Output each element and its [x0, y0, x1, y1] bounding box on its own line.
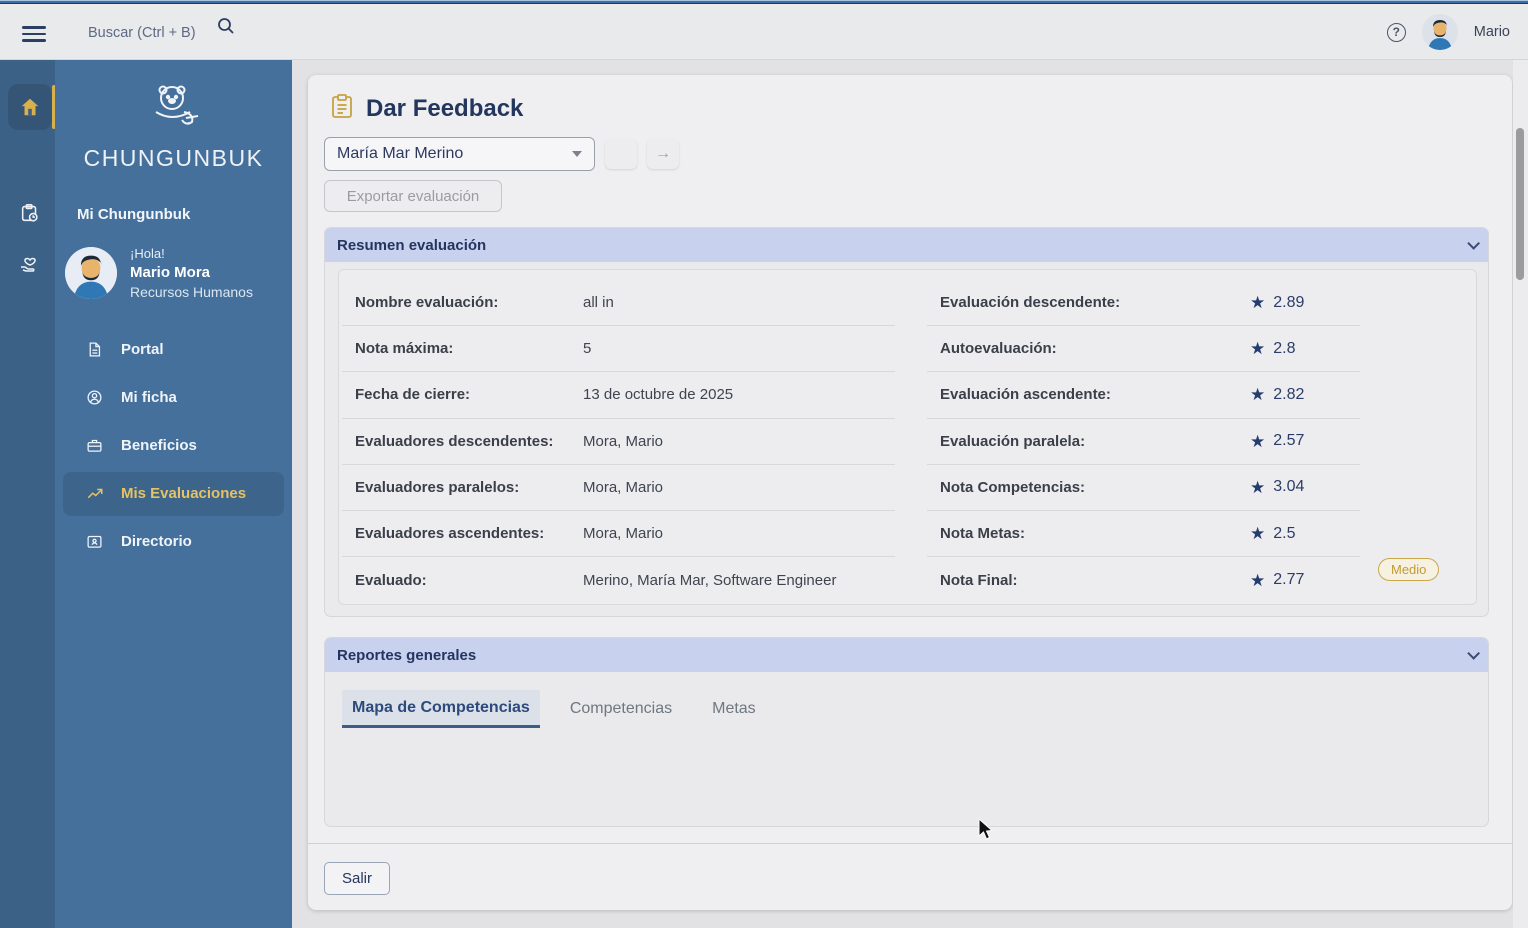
sidebar-item-beneficios[interactable]: Beneficios — [63, 424, 284, 468]
profile-name: Mario Mora — [130, 263, 211, 281]
tab-metas[interactable]: Metas — [702, 691, 766, 728]
topbar: Buscar (Ctrl + B) ? Mario — [0, 4, 1528, 60]
table-row: Evaluadores descendentes: Mora, Mario — [342, 419, 895, 465]
sidebar-item-label: Directorio — [121, 533, 192, 551]
reports-panel-title: Reportes generales — [337, 646, 477, 664]
sidebar-item-directorio[interactable]: Directorio — [63, 520, 284, 564]
star-icon — [1250, 340, 1265, 357]
star-icon — [1250, 294, 1265, 311]
star-icon — [1250, 525, 1265, 542]
sidebar-menu: Portal Mi ficha Beneficios Mis Evaluacio… — [55, 328, 292, 564]
export-evaluation-button[interactable]: Exportar evaluación — [324, 180, 502, 212]
table-row: Nota Metas: 2.5 — [927, 511, 1360, 558]
scrollbar-thumb[interactable] — [1516, 128, 1524, 280]
logo-text: CHUNGUNBUK — [83, 145, 264, 171]
summary-panel-header[interactable]: Resumen evaluación — [325, 228, 1488, 262]
id-card-icon — [86, 533, 104, 551]
icon-rail — [0, 60, 55, 928]
person-circle-icon — [86, 389, 104, 407]
document-icon — [86, 341, 104, 359]
chevron-down-icon[interactable] — [1467, 236, 1480, 250]
prev-person-button[interactable] — [605, 139, 637, 169]
sidebar: CHUNGUNBUK Mi Chungunbuk ¡Hola! Mario Mo… — [55, 60, 292, 928]
sidebar-profile: ¡Hola! Mario Mora Recursos Humanos — [65, 245, 292, 302]
exit-button[interactable]: Salir — [324, 862, 390, 895]
reports-tabs: Mapa de Competencias Competencias Metas — [342, 690, 766, 728]
sidebar-item-mi-ficha[interactable]: Mi ficha — [63, 376, 284, 420]
page-title: Dar Feedback — [366, 94, 524, 122]
table-row: Nota Competencias: 3.04 — [927, 465, 1360, 511]
sidebar-item-label: Mi ficha — [121, 389, 177, 407]
reports-panel: Reportes generales Mapa de Competencias … — [324, 637, 1489, 827]
tab-competencias[interactable]: Competencias — [560, 691, 682, 728]
hamburger-menu-icon[interactable] — [22, 22, 46, 42]
table-row: Evaluadores ascendentes: Mora, Mario — [342, 511, 895, 558]
sidebar-item-label: Portal — [121, 341, 164, 359]
reports-panel-header[interactable]: Reportes generales — [325, 638, 1488, 672]
vertical-scrollbar[interactable] — [1513, 60, 1528, 928]
briefcase-icon — [86, 437, 104, 455]
table-row: Evaluación descendente: 2.89 — [927, 280, 1360, 327]
table-row: Fecha de cierre: 13 de octubre de 2025 — [342, 372, 895, 419]
table-row: Autoevaluación: 2.8 — [927, 326, 1360, 373]
star-icon — [1250, 433, 1265, 450]
main-content: Dar Feedback María Mar Merino → Exportar… — [308, 75, 1512, 910]
person-select[interactable]: María Mar Merino — [324, 137, 595, 171]
table-row: Nota máxima: 5 — [342, 326, 895, 373]
table-row: Evaluación paralela: 2.57 — [927, 419, 1360, 465]
star-icon — [1250, 479, 1265, 496]
sidebar-item-portal[interactable]: Portal — [63, 328, 284, 372]
logo-otter-icon — [142, 85, 206, 138]
status-badge: Medio — [1378, 558, 1440, 581]
summary-left-table: Nombre evaluación: all in Nota máxima: 5… — [342, 280, 895, 603]
next-person-button[interactable]: → — [647, 139, 679, 169]
avatar[interactable] — [1421, 14, 1458, 50]
summary-body: Nombre evaluación: all in Nota máxima: 5… — [338, 269, 1477, 605]
chevron-down-icon — [572, 151, 582, 157]
clipboard-clock-icon[interactable] — [8, 190, 52, 236]
table-row: Nota Final: 2.77 — [927, 557, 1360, 603]
summary-right-table: Evaluación descendente: 2.89 Autoevaluac… — [927, 280, 1360, 603]
divider — [308, 843, 1512, 844]
sidebar-item-label: Mis Evaluaciones — [121, 485, 247, 503]
person-select-value: María Mar Merino — [337, 145, 464, 162]
star-icon — [1250, 572, 1265, 589]
table-row: Nombre evaluación: all in — [342, 280, 895, 327]
chevron-down-icon[interactable] — [1467, 646, 1480, 660]
trending-up-icon — [86, 485, 104, 503]
sidebar-item-label: Beneficios — [121, 437, 197, 455]
feedback-clipboard-icon — [330, 93, 354, 124]
summary-panel: Resumen evaluación Nombre evaluación: al… — [324, 227, 1489, 617]
summary-panel-title: Resumen evaluación — [337, 236, 487, 254]
search-placeholder: Buscar (Ctrl + B) — [88, 25, 196, 41]
table-row: Evaluado: Merino, María Mar, Software En… — [355, 571, 837, 589]
help-icon[interactable]: ? — [1386, 22, 1406, 42]
home-icon[interactable] — [8, 84, 52, 130]
star-icon — [1250, 386, 1265, 403]
sidebar-item-mis-evaluaciones[interactable]: Mis Evaluaciones — [63, 471, 284, 516]
hand-heart-icon[interactable] — [8, 240, 52, 286]
sidebar-section-label: Mi Chungunbuk — [77, 206, 191, 223]
search-input[interactable]: Buscar (Ctrl + B) — [88, 18, 234, 48]
table-row: Evaluación ascendente: 2.82 — [927, 372, 1360, 419]
profile-role: Recursos Humanos — [130, 283, 253, 300]
table-row: Evaluadores paralelos: Mora, Mario — [342, 465, 895, 511]
greeting: ¡Hola! — [130, 246, 165, 261]
topbar-user-name: Mario — [1473, 24, 1510, 40]
tab-mapa-de-competencias[interactable]: Mapa de Competencias — [342, 690, 540, 728]
sidebar-avatar — [65, 247, 117, 300]
search-icon[interactable] — [216, 16, 236, 41]
